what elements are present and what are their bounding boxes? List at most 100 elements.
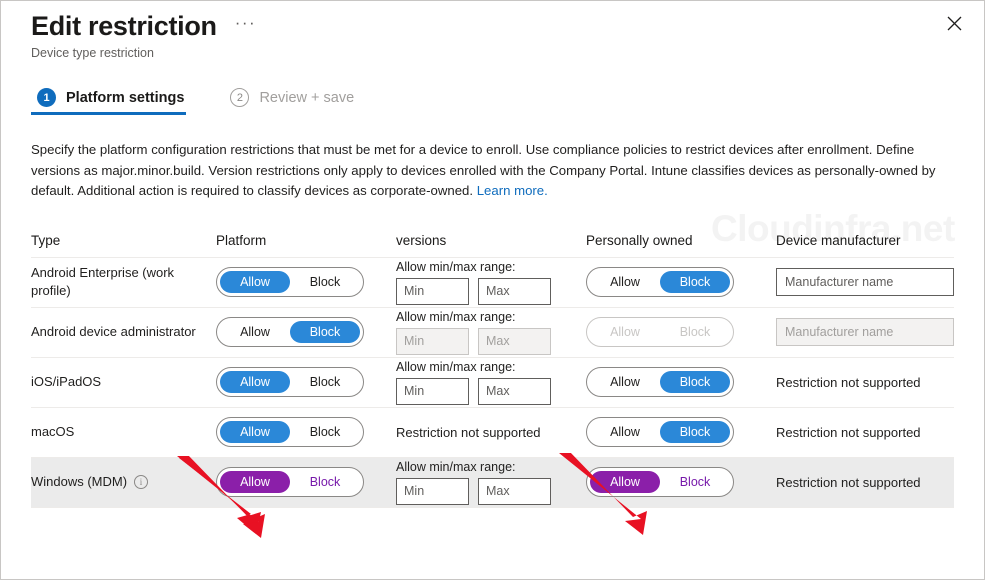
range-label: Allow min/max range: — [396, 459, 516, 474]
minmax-group — [396, 277, 586, 305]
platform-toggle-1[interactable]: Allow Block — [216, 317, 364, 347]
cell-versions: Allow min/max range: — [396, 310, 586, 355]
versions-not-supported-text: Restriction not supported — [396, 424, 541, 440]
tab-step-number: 2 — [230, 88, 250, 107]
personally-owned-toggle-1-block-option: Block — [679, 325, 711, 339]
range-label: Allow min/max range: — [396, 309, 516, 324]
cell-versions: Allow min/max range: — [396, 260, 586, 305]
personally-owned-toggle-3-allow-option[interactable]: Allow — [590, 421, 660, 443]
edit-restriction-blade: Cloudinfra.net Edit restriction ··· Devi… — [0, 0, 985, 580]
platform-type-label: Android Enterprise (work profile) — [31, 265, 175, 298]
cell-personally-owned: Allow Block — [586, 367, 776, 397]
cell-versions: Restriction not supported — [396, 425, 586, 440]
platform-toggle-2-block-option[interactable]: Block — [290, 371, 360, 393]
cell-platform: Allow Block — [216, 267, 396, 297]
cell-type: Android device administrator — [31, 323, 216, 341]
manufacturer-name-input-1 — [776, 318, 954, 346]
minmax-group — [396, 477, 586, 505]
min-version-input-4[interactable] — [396, 477, 469, 505]
max-version-input-0[interactable] — [478, 277, 551, 305]
personally-owned-toggle-4-allow-option[interactable]: Allow — [590, 471, 660, 493]
min-version-input-2[interactable] — [396, 377, 469, 405]
cell-device-manufacturer: Restriction not supported — [776, 475, 956, 490]
cell-device-manufacturer: Restriction not supported — [776, 375, 956, 390]
manufacturer-not-supported-text: Restriction not supported — [776, 374, 921, 390]
platform-toggle-0[interactable]: Allow Block — [216, 267, 364, 297]
personally-owned-toggle-0-allow-option[interactable]: Allow — [590, 271, 660, 293]
wizard-tabs: 1 Platform settings 2 Review + save — [31, 87, 984, 115]
platform-toggle-0-block-option[interactable]: Block — [290, 271, 360, 293]
cell-personally-owned: Allow Block — [586, 417, 776, 447]
table-row: Windows (MDM) i Allow Block Allow min/max ra… — [31, 457, 956, 508]
platform-type-label: macOS — [31, 424, 75, 439]
minmax-group — [396, 377, 586, 405]
tab-review-and-save[interactable]: 2 Review + save — [224, 87, 360, 115]
platform-toggle-3[interactable]: Allow Block — [216, 417, 364, 447]
personally-owned-toggle-3[interactable]: Allow Block — [586, 417, 734, 447]
cell-personally-owned: Allow Block — [586, 267, 776, 297]
platform-toggle-1-allow-option[interactable]: Allow — [220, 321, 290, 343]
range-label: Allow min/max range: — [396, 259, 516, 274]
personally-owned-toggle-2-allow-option[interactable]: Allow — [590, 371, 660, 393]
learn-more-link[interactable]: Learn more. — [477, 183, 548, 198]
personally-owned-toggle-0-block-option[interactable]: Block — [660, 271, 730, 293]
range-label: Allow min/max range: — [396, 359, 516, 374]
personally-owned-toggle-0[interactable]: Allow Block — [586, 267, 734, 297]
cell-type: Windows (MDM) i — [31, 473, 216, 491]
cell-type: macOS — [31, 423, 216, 441]
cell-personally-owned: Allow Block — [586, 317, 776, 347]
cell-device-manufacturer: Restriction not supported — [776, 425, 956, 440]
platform-toggle-2[interactable]: Allow Block — [216, 367, 364, 397]
title-row: Edit restriction ··· — [31, 9, 984, 43]
max-version-input-4[interactable] — [478, 477, 551, 505]
cell-versions: Allow min/max range: — [396, 460, 586, 505]
header-type: Type — [31, 232, 61, 248]
header-versions: versions — [396, 232, 447, 248]
platform-toggle-3-allow-option[interactable]: Allow — [220, 421, 290, 443]
more-options-icon[interactable]: ··· — [231, 13, 260, 39]
info-icon[interactable]: i — [134, 475, 149, 489]
table-body: Android Enterprise (work profile) Allow Bl… — [31, 258, 954, 508]
platform-toggle-2-allow-option[interactable]: Allow — [220, 371, 290, 393]
platform-toggle-4-allow-option[interactable]: Allow — [220, 471, 290, 493]
cell-platform: Allow Block — [216, 317, 396, 347]
header-device-manufacturer: Device manufacturer — [776, 232, 901, 248]
minmax-group — [396, 327, 586, 355]
min-version-input-0[interactable] — [396, 277, 469, 305]
personally-owned-toggle-3-block-option[interactable]: Block — [660, 421, 730, 443]
tab-label: Review + save — [259, 89, 355, 106]
personally-owned-toggle-2-block-option[interactable]: Block — [660, 371, 730, 393]
tab-platform-settings[interactable]: 1 Platform settings — [31, 87, 190, 115]
platform-toggle-0-allow-option[interactable]: Allow — [220, 271, 290, 293]
tab-step-number: 1 — [37, 88, 56, 107]
personally-owned-toggle-4[interactable]: Allow Block — [586, 467, 734, 497]
table-row: iOS/iPadOS Allow Block Allow min/max range:… — [31, 358, 954, 408]
table-row: macOS Allow Block Restriction not supported… — [31, 408, 954, 458]
max-version-input-1 — [478, 327, 551, 355]
manufacturer-name-input-0[interactable] — [776, 268, 954, 296]
description-text: Specify the platform configuration restr… — [31, 140, 954, 202]
personally-owned-toggle-2[interactable]: Allow Block — [586, 367, 734, 397]
cell-versions: Allow min/max range: — [396, 360, 586, 405]
cell-platform: Allow Block — [216, 417, 396, 447]
cell-device-manufacturer — [776, 318, 956, 346]
close-icon[interactable] — [938, 7, 970, 39]
page-subtitle: Device type restriction — [31, 46, 154, 60]
platform-type-label: iOS/iPadOS — [31, 374, 102, 389]
platform-type-label: Android device administrator — [31, 324, 196, 339]
cell-type: iOS/iPadOS — [31, 373, 216, 391]
table-row: Android Enterprise (work profile) Allow Bl… — [31, 258, 954, 308]
max-version-input-2[interactable] — [478, 377, 551, 405]
platform-type-label: Windows (MDM) — [31, 474, 128, 489]
cell-platform: Allow Block — [216, 367, 396, 397]
platform-toggle-1-block-option[interactable]: Block — [290, 321, 360, 343]
personally-owned-toggle-4-block-option[interactable]: Block — [660, 471, 730, 493]
platform-toggle-4[interactable]: Allow Block — [216, 467, 364, 497]
platform-toggle-3-block-option[interactable]: Block — [290, 421, 360, 443]
min-version-input-1 — [396, 327, 469, 355]
table-row: Android device administrator Allow Block Al… — [31, 308, 954, 358]
personally-owned-toggle-1: Allow Block — [586, 317, 734, 347]
platform-toggle-4-block-option[interactable]: Block — [290, 471, 360, 493]
header-personally-owned: Personally owned — [586, 232, 693, 248]
cell-device-manufacturer — [776, 268, 956, 296]
